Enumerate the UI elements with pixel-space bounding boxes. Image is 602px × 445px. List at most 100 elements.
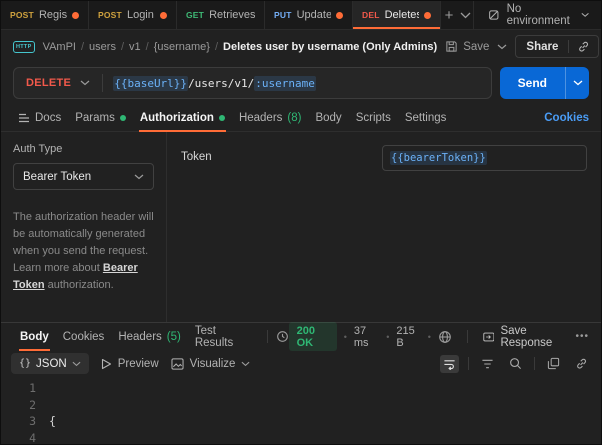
- chevron-down-icon: [241, 361, 250, 366]
- tab-authorization[interactable]: Authorization: [133, 105, 232, 132]
- breadcrumb-item[interactable]: {username}: [154, 41, 210, 53]
- auth-type-dropdown[interactable]: Bearer Token: [13, 163, 154, 190]
- method-badge: POST: [98, 10, 122, 20]
- filter-icon[interactable]: [478, 355, 497, 373]
- new-tab-button[interactable]: +: [441, 1, 457, 29]
- tab-title: Deletes user: [384, 9, 419, 21]
- url-box: DELETE {{baseUrl}}/users/v1/:username: [13, 67, 492, 99]
- wrap-text-icon: [444, 359, 455, 370]
- play-icon: [101, 358, 111, 369]
- share-group: Share: [515, 35, 600, 58]
- token-input[interactable]: {{bearerToken}}: [382, 145, 587, 171]
- image-icon: [171, 357, 184, 370]
- url-row: DELETE {{baseUrl}}/users/v1/:username Se…: [1, 63, 601, 105]
- tab-scripts[interactable]: Scripts: [349, 105, 398, 131]
- tab-retrieves-all[interactable]: GET Retrieves all c: [177, 1, 265, 29]
- environment-name: No environment: [506, 3, 570, 27]
- auth-type-label: Auth Type: [13, 143, 63, 155]
- environment-selector[interactable]: No environment: [473, 1, 601, 29]
- status-badge[interactable]: 200 OK: [288, 322, 337, 351]
- unsaved-dot-icon: [424, 11, 431, 19]
- breadcrumb: VAmPI / users / v1/ {username} / Deletes us…: [42, 40, 438, 53]
- tab-title: Retrieves all c: [209, 9, 255, 21]
- method-badge: PUT: [274, 10, 292, 20]
- chevron-down-icon: [80, 80, 90, 86]
- visualize-button[interactable]: Visualize: [171, 358, 251, 370]
- response-meta: 200 OK • 37 ms • 215 B • Save Response •…: [288, 322, 589, 351]
- network-info-button[interactable]: [438, 330, 452, 344]
- tab-params[interactable]: Params: [68, 105, 133, 131]
- response-history-button[interactable]: [276, 330, 289, 343]
- json-response-body: { "message": "User deleted.", "status": …: [49, 414, 56, 428]
- cookies-link[interactable]: Cookies: [544, 112, 591, 124]
- share-button[interactable]: Share: [516, 41, 568, 53]
- request-name[interactable]: Deletes user by username (Only Admins): [223, 41, 437, 53]
- save-button[interactable]: Save: [445, 40, 489, 53]
- tab-title: Login to VAm: [126, 9, 155, 21]
- bearer-token-variable: {{bearerToken}}: [390, 151, 487, 165]
- copy-button[interactable]: [544, 354, 563, 373]
- url-input[interactable]: {{baseUrl}}/users/v1/:username: [103, 75, 326, 91]
- response-tab-cookies[interactable]: Cookies: [56, 323, 112, 350]
- response-tab-body[interactable]: Body: [13, 323, 56, 351]
- get-link-button[interactable]: [572, 354, 591, 373]
- link-icon: [577, 358, 587, 369]
- chevron-down-icon: [581, 12, 589, 17]
- send-button[interactable]: Send: [499, 67, 565, 99]
- link-icon: [579, 41, 589, 52]
- unsaved-dot-icon: [336, 11, 343, 19]
- preview-button[interactable]: Preview: [101, 358, 159, 370]
- tab-register-new[interactable]: POST Register nev: [1, 1, 89, 29]
- unsaved-dot-icon: [160, 11, 167, 19]
- wrap-text-button[interactable]: [440, 354, 459, 373]
- save-options-chevron[interactable]: [497, 44, 507, 50]
- response-tabs: Body Cookies Headers (5) Test Results 200…: [1, 322, 601, 351]
- breadcrumb-item[interactable]: v1: [129, 41, 141, 53]
- globe-icon: [439, 330, 451, 343]
- chevron-down-icon: [460, 12, 470, 18]
- response-tab-headers[interactable]: Headers (5): [111, 323, 188, 350]
- breadcrumb-item[interactable]: users: [89, 41, 116, 53]
- unsaved-dot-icon: [72, 11, 79, 19]
- request-section-tabs: Docs Params Authorization Headers (8) Bod…: [1, 105, 601, 132]
- tab-deletes-user[interactable]: DEL Deletes user: [353, 1, 441, 29]
- response-toolbar: {} JSON Preview Visualize: [1, 350, 601, 377]
- tab-headers[interactable]: Headers (8): [232, 105, 309, 131]
- breadcrumb-item[interactable]: VAmPI: [43, 41, 76, 53]
- token-label: Token: [181, 151, 212, 163]
- format-value: JSON: [36, 357, 67, 370]
- response-time[interactable]: 37 ms: [354, 325, 379, 349]
- response-format-dropdown[interactable]: {} JSON: [11, 353, 89, 374]
- more-options-button[interactable]: •••: [575, 331, 589, 342]
- braces-icon: {}: [19, 358, 32, 369]
- baseurl-variable: {{baseUrl}}: [113, 75, 189, 91]
- save-icon: [446, 41, 457, 52]
- authorization-panel: Auth Type Bearer Token The authorization…: [1, 132, 601, 322]
- method-badge: POST: [10, 10, 34, 20]
- response-body-viewer[interactable]: 1 2 3 4 { "message": "User deleted.", "s…: [1, 377, 601, 444]
- send-options-button[interactable]: [565, 67, 589, 99]
- response-tab-test-results[interactable]: Test Results: [188, 323, 259, 350]
- send-split-button: Send: [499, 67, 589, 99]
- save-response-button[interactable]: Save Response: [483, 325, 569, 349]
- chevron-down-icon: [72, 361, 81, 366]
- header-actions: Save Share: [445, 35, 600, 58]
- tab-settings[interactable]: Settings: [398, 105, 454, 131]
- copy-icon: [547, 357, 560, 370]
- save-response-icon: [483, 332, 495, 341]
- tab-login[interactable]: POST Login to VAm: [89, 1, 177, 29]
- auth-description: The authorization header will be automat…: [13, 211, 154, 292]
- response-size[interactable]: 215 B: [396, 325, 420, 349]
- chevron-down-icon: [134, 174, 144, 179]
- tab-update-users[interactable]: PUT Update users: [265, 1, 353, 29]
- tab-docs[interactable]: Docs: [11, 105, 68, 131]
- copy-link-button[interactable]: [569, 40, 598, 53]
- tab-options-chevron[interactable]: [457, 1, 473, 29]
- method-value: DELETE: [26, 77, 72, 89]
- tab-body[interactable]: Body: [308, 105, 348, 131]
- search-button[interactable]: [506, 354, 525, 373]
- method-dropdown[interactable]: DELETE: [14, 77, 102, 89]
- method-badge: DEL: [362, 10, 380, 20]
- has-values-dot-icon: [218, 115, 225, 121]
- docs-icon: [19, 113, 29, 123]
